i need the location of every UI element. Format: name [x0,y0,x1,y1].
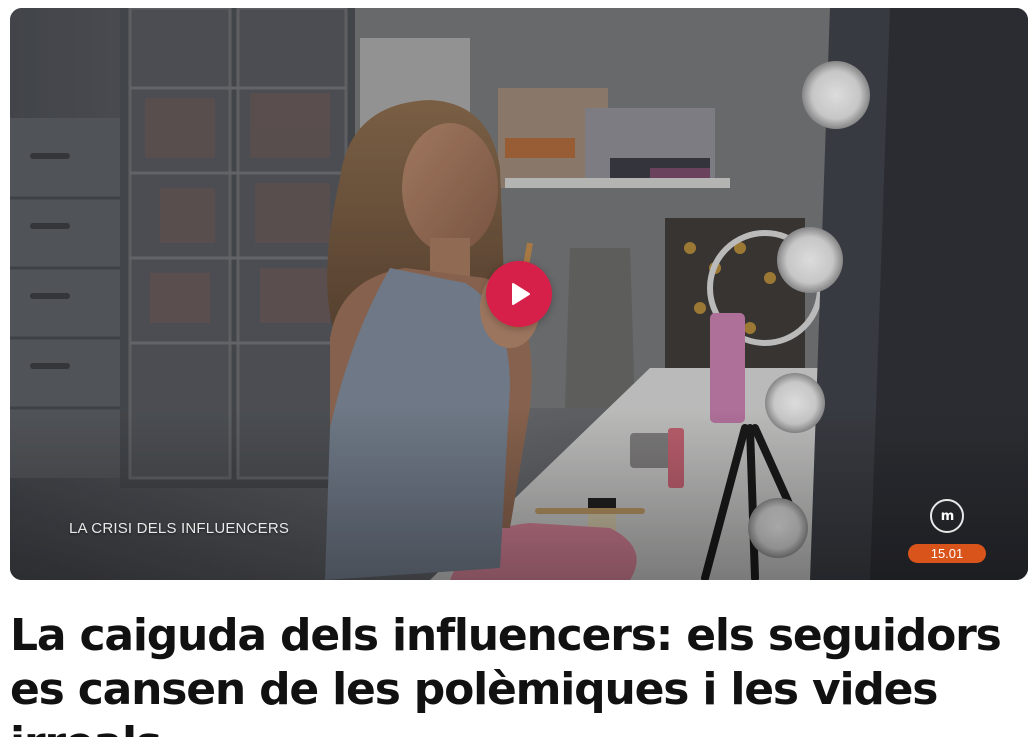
video-caption: LA CRISI DELS INFLUENCERS [69,520,290,537]
channel-logo-text: m [940,508,955,524]
play-icon [512,283,530,305]
duration-badge: 15.01 [908,544,986,563]
video-player[interactable]: LA CRISI DELS INFLUENCERS m 15.01 [10,8,1028,580]
article-headline[interactable]: La caiguda dels influencers: els seguido… [10,609,1025,737]
play-button[interactable] [486,261,552,327]
channel-logo: m [930,499,964,533]
article-card: LA CRISI DELS INFLUENCERS m 15.01 La cai… [0,0,1033,737]
